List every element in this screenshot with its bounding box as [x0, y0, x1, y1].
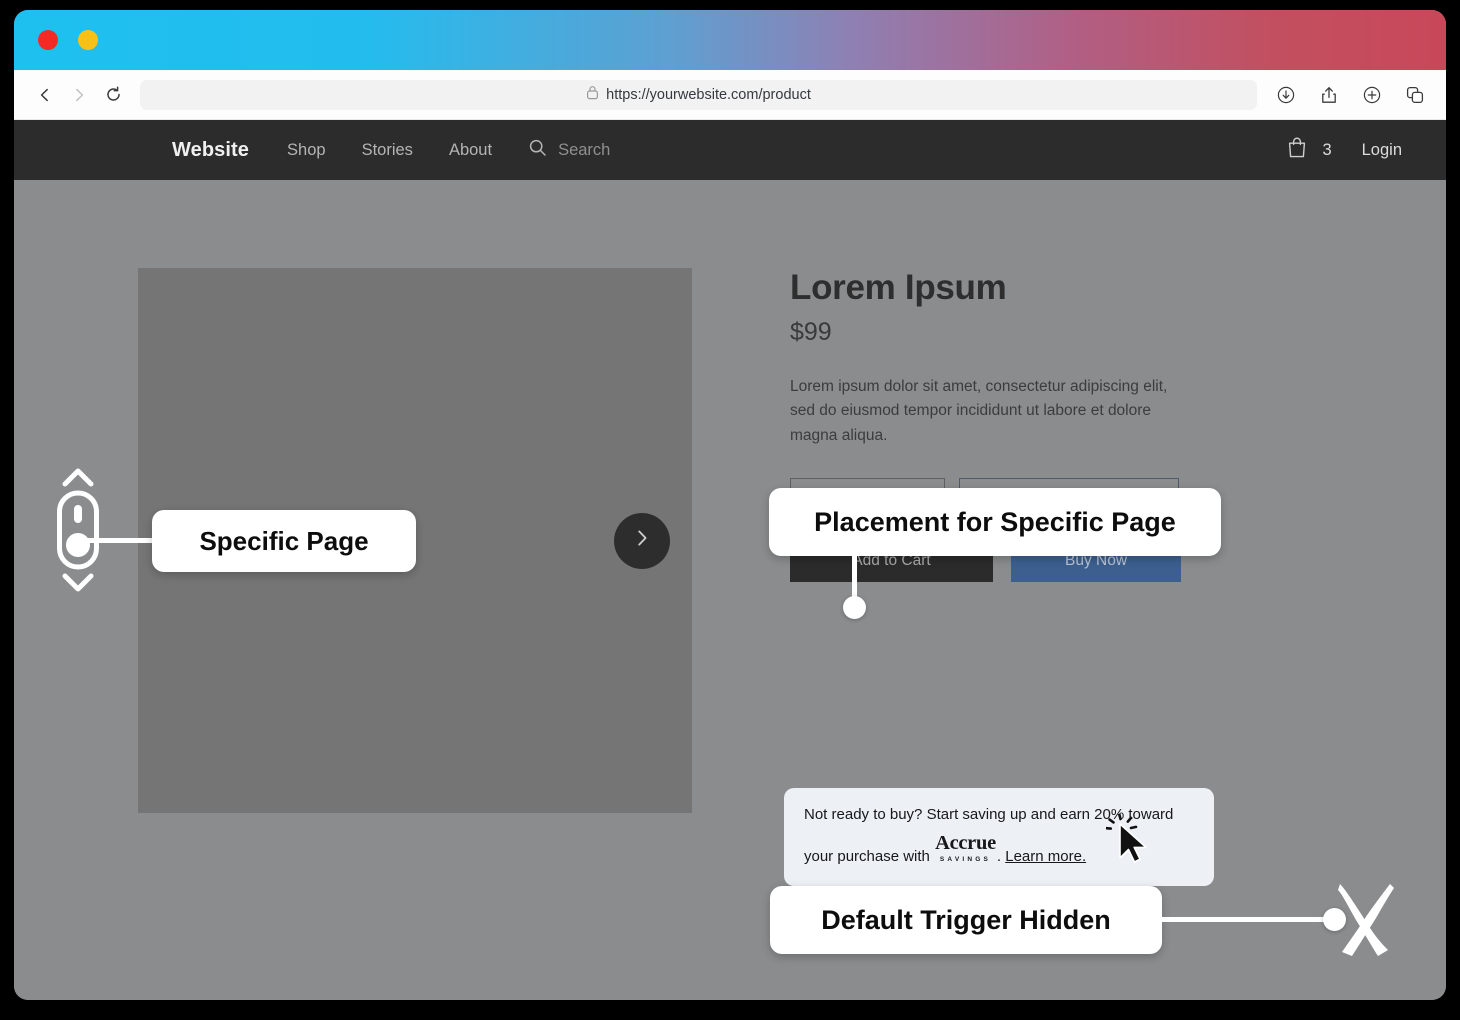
accrue-savings-banner: Not ready to buy? Start saving up and ea…	[784, 788, 1214, 886]
connector-line-default-trigger	[1160, 917, 1336, 922]
accrue-logo: Accrue SAVINGS	[935, 827, 996, 865]
nav-link-about[interactable]: About	[449, 141, 492, 160]
browser-titlebar	[14, 10, 1446, 70]
nav-link-stories[interactable]: Stories	[362, 141, 413, 160]
accrue-subtitle: SAVINGS	[939, 855, 992, 863]
nav-link-shop[interactable]: Shop	[287, 141, 326, 160]
login-link[interactable]: Login	[1362, 141, 1402, 160]
back-button[interactable]	[30, 80, 60, 110]
callout-placement-for-specific-page: Placement for Specific Page	[769, 488, 1221, 556]
learn-more-link[interactable]: Learn more.	[1005, 848, 1086, 865]
share-icon[interactable]	[1318, 84, 1340, 106]
x-mark-icon	[1330, 876, 1402, 958]
browser-toolbar: https://yourwebsite.com/product	[14, 70, 1446, 120]
callout-specific-page: Specific Page	[152, 510, 416, 572]
navigation-buttons	[30, 80, 128, 110]
download-icon[interactable]	[1275, 84, 1297, 106]
product-title: Lorem Ipsum	[790, 268, 1007, 307]
chevron-right-icon	[631, 527, 653, 554]
product-page-body: Lorem Ipsum $99 Lorem ipsum dolor sit am…	[14, 180, 1446, 1000]
reload-button[interactable]	[98, 80, 128, 110]
browser-window: https://yourwebsite.com/product Website …	[14, 10, 1446, 1000]
site-brand[interactable]: Website	[172, 139, 249, 162]
search-icon	[528, 138, 547, 162]
accrue-wordmark: Accrue	[935, 831, 996, 854]
carousel-next-button[interactable]	[614, 512, 670, 569]
tabs-icon[interactable]	[1404, 84, 1426, 106]
toolbar-actions	[1275, 84, 1426, 106]
url-text: https://yourwebsite.com/product	[606, 86, 811, 103]
cart-count: 3	[1322, 140, 1332, 159]
connector-line-specific-page	[78, 538, 158, 543]
site-navigation: Website Shop Stories About Search 3 Logi…	[14, 120, 1446, 180]
callout-default-trigger-hidden: Default Trigger Hidden	[770, 886, 1162, 954]
shopping-bag-icon[interactable]	[1286, 136, 1308, 164]
new-tab-icon[interactable]	[1361, 84, 1383, 106]
address-bar[interactable]: https://yourwebsite.com/product	[140, 79, 1257, 110]
forward-button[interactable]	[64, 80, 94, 110]
screenshot-stage: https://yourwebsite.com/product Website …	[0, 0, 1460, 1020]
search-label: Search	[558, 140, 611, 159]
mouse-scroll-icon	[54, 460, 102, 600]
lock-icon	[586, 85, 599, 104]
chevron-left-icon	[37, 87, 53, 103]
chevron-right-icon	[71, 87, 87, 103]
close-window-button[interactable]	[38, 30, 58, 50]
product-price: $99	[790, 318, 832, 346]
connector-dot-placement	[843, 596, 866, 619]
nav-right-group: 3 Login	[1286, 136, 1402, 164]
reload-icon	[105, 86, 122, 103]
minimize-window-button[interactable]	[78, 30, 98, 50]
accrue-banner-text-after: .	[996, 847, 1006, 865]
search-control[interactable]: Search	[528, 138, 610, 162]
product-description: Lorem ipsum dolor sit amet, consectetur …	[790, 378, 1168, 444]
click-cursor-icon	[1104, 813, 1164, 880]
